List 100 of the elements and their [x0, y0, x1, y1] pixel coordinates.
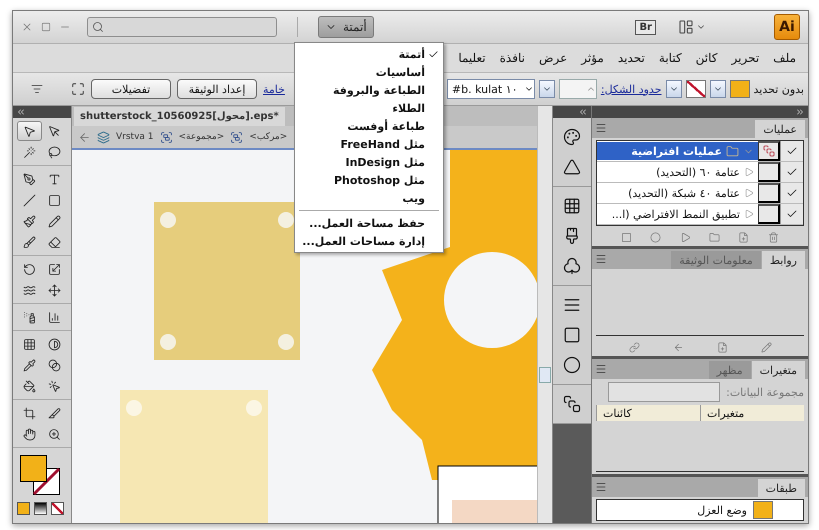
go-to-link-icon [672, 342, 684, 352]
lasso-icon [48, 146, 62, 158]
toolbar-button[interactable]: إعداد الوثيقة [177, 79, 257, 99]
back-arrow-icon [78, 130, 91, 144]
menu-option[interactable]: ويب [295, 189, 443, 207]
dialog-toggle[interactable] [758, 204, 780, 224]
menu-option[interactable]: أتمتة [295, 45, 443, 63]
menu-option[interactable]: أساسيات [295, 63, 443, 81]
close-icon [21, 21, 33, 33]
club-icon [563, 257, 581, 275]
group-icon [230, 130, 244, 144]
menu-item[interactable]: كائن [690, 49, 724, 67]
waves-icon [22, 284, 36, 296]
hand-icon [22, 428, 36, 440]
toggle-checkbox[interactable] [780, 183, 803, 203]
column-header[interactable]: متغيرات [700, 405, 804, 421]
menu-option[interactable]: الطباعة والبروفة [295, 81, 443, 99]
workspace-button[interactable]: أتمتة [318, 16, 374, 38]
toolbar-button[interactable]: تفضيلات [91, 79, 171, 99]
vertical-scrollbar[interactable] [537, 106, 552, 523]
pointer-click-icon [48, 380, 62, 392]
relink-icon [628, 342, 640, 352]
stroke-lines-icon [563, 296, 581, 314]
tool-button[interactable] [17, 121, 42, 141]
panel-tab[interactable]: طبقات [758, 479, 805, 497]
toggle-checkbox[interactable] [780, 141, 803, 161]
panel-menu-icon [595, 481, 607, 493]
fill-swatch[interactable] [730, 80, 750, 98]
menu-item[interactable]: تحرير [726, 49, 766, 67]
menu-item[interactable]: كتابة [652, 49, 688, 67]
menu-option[interactable]: مثل FreeHand [295, 135, 443, 153]
toggle-checkbox[interactable] [780, 204, 803, 224]
menu-option[interactable]: مثل InDesign [295, 153, 443, 171]
move-arrows-icon [48, 284, 62, 296]
update-link-icon [716, 342, 728, 352]
brush-icon [22, 236, 36, 248]
stroke-weight-field[interactable] [558, 79, 597, 99]
layer-row[interactable]: وضع العزل [596, 499, 804, 521]
action-row[interactable]: عمليات افتراضية [597, 142, 758, 160]
breadcrumb-item[interactable]: Vrstva 1 [116, 132, 154, 142]
menu-option[interactable]: إدارة مساحات العمل... [295, 232, 443, 250]
font-field[interactable]: #b. kulat ١٠ [446, 79, 535, 99]
menu-item[interactable]: مؤثر [575, 49, 610, 67]
check-icon [786, 145, 798, 157]
check-icon [786, 187, 798, 199]
color-mode-swatch[interactable] [17, 502, 30, 515]
options-menu-icon [31, 83, 43, 95]
square-icon [563, 326, 581, 344]
search-field[interactable] [87, 17, 277, 37]
type-icon [48, 172, 62, 186]
record-icon [650, 232, 662, 242]
menu-item[interactable]: نافذة [494, 49, 531, 67]
fill-dropdown[interactable] [710, 80, 726, 98]
breadcrumb-item[interactable]: <مركب> [249, 132, 288, 142]
link-text[interactable]: خامة [263, 82, 285, 96]
edit-original-icon [760, 342, 772, 352]
toggle-checkbox[interactable] [780, 162, 803, 182]
stroke-swatch[interactable] [686, 80, 706, 98]
fill-stroke-swatches-drawing[interactable] [20, 455, 60, 496]
dialog-toggle[interactable] [758, 141, 780, 161]
check-icon [786, 166, 798, 178]
menu-option[interactable]: مثل Photoshop [295, 171, 443, 189]
wand-icon [22, 146, 36, 158]
column-header[interactable]: كائنات [596, 405, 700, 421]
arrow-pointer-icon [22, 124, 36, 138]
panel-tab[interactable]: روابط [762, 251, 805, 269]
bridge-button[interactable]: Br [635, 20, 656, 34]
none-mode-swatch[interactable] [51, 502, 64, 515]
play-icon [680, 232, 691, 242]
knife-icon [48, 406, 62, 420]
app-logo: Ai [774, 14, 800, 40]
selection-label: بدون تحديد [754, 82, 804, 96]
menu-item[interactable]: تحديد [612, 49, 651, 67]
check-icon [428, 48, 439, 60]
menu-item[interactable]: تعليما [452, 49, 492, 67]
pencil-icon [48, 214, 62, 228]
dialog-toggle[interactable] [758, 162, 780, 182]
panel-tab[interactable]: متغيرات [752, 361, 805, 379]
folder-icon [726, 144, 739, 158]
eyedropper-icon [22, 358, 36, 372]
menu-option[interactable]: الطلاء [295, 99, 443, 117]
dialog-toggle[interactable] [758, 183, 780, 203]
menu-option[interactable]: طباعة أوفست [295, 117, 443, 135]
collapsed-triangle-icon [744, 209, 754, 219]
hollow-pointer-icon [48, 124, 62, 138]
menu-option[interactable]: حفظ مساحة العمل... [295, 214, 443, 232]
gradient-mode-swatch[interactable] [34, 502, 47, 515]
rectangle-icon [48, 194, 62, 206]
trash-icon [768, 232, 779, 242]
panel-tab[interactable]: عمليات [755, 120, 805, 138]
scale-icon [48, 262, 62, 276]
blend-circles-icon [48, 358, 62, 372]
stroke-dropdown[interactable] [666, 80, 682, 98]
stroke-link[interactable]: حدود الشكل: [600, 82, 662, 96]
breadcrumb-item[interactable]: <مجموعة> [178, 132, 224, 142]
menu-item[interactable]: عرض [532, 49, 574, 67]
menu-item[interactable]: ملف [767, 49, 802, 67]
stroke-weight-dropdown[interactable] [538, 80, 555, 98]
document-tab[interactable]: shutterstock_10560925[محول].eps* [74, 107, 285, 126]
paint-bucket-icon [22, 380, 36, 392]
